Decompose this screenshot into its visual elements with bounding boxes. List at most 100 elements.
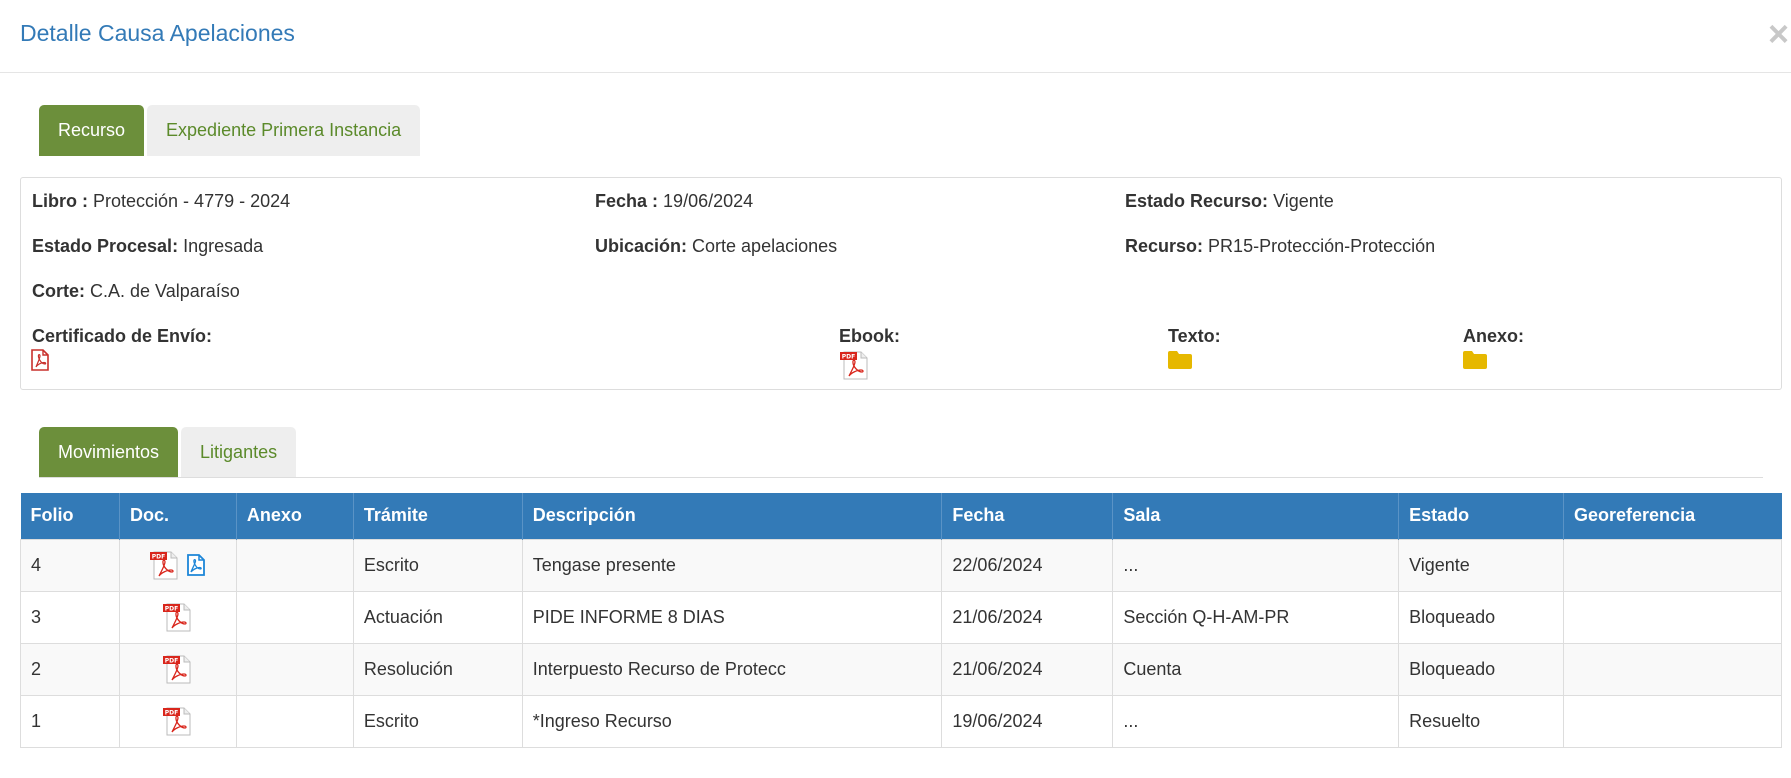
ubicacion-label: Ubicación: bbox=[595, 236, 688, 256]
fecha-value: 19/06/2024 bbox=[663, 191, 754, 211]
ebook-field: Ebook: bbox=[839, 326, 900, 347]
pdf-file-icon[interactable]: PDF bbox=[162, 705, 194, 737]
cell-fecha: 21/06/2024 bbox=[941, 642, 1114, 696]
cell-anexo bbox=[235, 694, 354, 748]
estado-procesal-value: Ingresada bbox=[183, 236, 264, 256]
estado-procesal-field: Estado Procesal: Ingresada bbox=[32, 236, 263, 257]
bottom-tabs: Movimientos Litigantes bbox=[39, 427, 299, 478]
recurso-value: PR15-Protección-Protección bbox=[1208, 236, 1436, 256]
certificado-label: Certificado de Envío: bbox=[32, 326, 213, 346]
tabs-divider bbox=[39, 477, 1763, 478]
fecha-label: Fecha : bbox=[595, 191, 659, 211]
cell-estado: Resuelto bbox=[1398, 694, 1565, 748]
header-doc[interactable]: Doc. bbox=[118, 493, 237, 539]
folder-icon[interactable] bbox=[1168, 351, 1192, 374]
certificado-field: Certificado de Envío: bbox=[32, 326, 212, 347]
pdf-file-icon[interactable]: PDF bbox=[162, 601, 194, 633]
pdf-file-icon[interactable]: PDF bbox=[839, 349, 871, 386]
cell-tramite: Escrito bbox=[352, 694, 523, 748]
cell-georeferencia bbox=[1563, 538, 1782, 592]
header-fecha[interactable]: Fecha bbox=[941, 493, 1113, 539]
svg-text:PDF: PDF bbox=[152, 554, 165, 561]
tab-expediente-primera-instancia[interactable]: Expediente Primera Instancia bbox=[147, 105, 421, 156]
libro-field: Libro : Protección - 4779 - 2024 bbox=[32, 191, 290, 212]
corte-value: C.A. de Valparaíso bbox=[90, 281, 240, 301]
svg-text:PDF: PDF bbox=[165, 658, 178, 665]
header-descripcion[interactable]: Descripción bbox=[521, 493, 942, 539]
recurso-label: Recurso: bbox=[1125, 236, 1204, 256]
svg-text:PDF: PDF bbox=[165, 606, 178, 613]
pdf-outline-icon[interactable] bbox=[31, 349, 49, 376]
pdf-file-icon[interactable]: PDF bbox=[149, 549, 181, 581]
svg-text:PDF: PDF bbox=[165, 710, 178, 717]
cell-sala: Sección Q-H-AM-PR bbox=[1112, 590, 1400, 644]
cell-fecha: 22/06/2024 bbox=[941, 538, 1114, 592]
fecha-field: Fecha : 19/06/2024 bbox=[595, 191, 753, 212]
tab-recurso[interactable]: Recurso bbox=[39, 105, 145, 156]
corte-label: Corte: bbox=[32, 281, 85, 301]
cell-folio: 3 bbox=[20, 590, 120, 644]
svg-text:PDF: PDF bbox=[842, 354, 855, 361]
cell-folio: 1 bbox=[20, 694, 120, 748]
header-sala[interactable]: Sala bbox=[1112, 493, 1399, 539]
cell-sala: Cuenta bbox=[1112, 642, 1400, 696]
cell-descripcion: Tengase presente bbox=[521, 538, 943, 592]
modal-title: Detalle Causa Apelaciones bbox=[20, 20, 295, 46]
estado-recurso-field: Estado Recurso: Vigente bbox=[1125, 191, 1334, 212]
cell-tramite: Actuación bbox=[352, 590, 523, 644]
corte-field: Corte: C.A. de Valparaíso bbox=[32, 281, 240, 302]
cell-tramite: Escrito bbox=[352, 538, 523, 592]
ebook-label: Ebook: bbox=[839, 326, 900, 346]
cell-descripcion: PIDE INFORME 8 DIAS bbox=[521, 590, 943, 644]
pdf-file-icon[interactable]: PDF bbox=[162, 653, 194, 685]
texto-label: Texto: bbox=[1168, 326, 1221, 346]
cell-fecha: 21/06/2024 bbox=[941, 590, 1114, 644]
anexo-label: Anexo: bbox=[1463, 326, 1525, 346]
cell-doc: PDF bbox=[118, 538, 237, 592]
recurso-info-panel: Libro : Protección - 4779 - 2024 Fecha :… bbox=[20, 177, 1782, 390]
table-row: 2 PDF Resolución Interpuesto Recurso de … bbox=[20, 642, 1782, 696]
header-folio[interactable]: Folio bbox=[20, 493, 120, 539]
header-tramite[interactable]: Trámite bbox=[352, 493, 523, 539]
cell-doc: PDF bbox=[118, 694, 237, 748]
cell-doc: PDF bbox=[118, 642, 237, 696]
cell-estado: Vigente bbox=[1398, 538, 1565, 592]
cell-estado: Bloqueado bbox=[1398, 590, 1565, 644]
libro-value: Protección - 4779 - 2024 bbox=[93, 191, 291, 211]
tab-litigantes[interactable]: Litigantes bbox=[181, 427, 297, 478]
table-row: 4 PDF Escrito Tengase presente 22/06/202… bbox=[20, 538, 1782, 592]
header-estado[interactable]: Estado bbox=[1398, 493, 1564, 539]
libro-label: Libro : bbox=[32, 191, 88, 211]
table-header-row: Folio Doc. Anexo Trámite Descripción Fec… bbox=[20, 493, 1782, 539]
cell-doc: PDF bbox=[118, 590, 237, 644]
table-row: 1 PDF Escrito *Ingreso Recurso 19/06/202… bbox=[20, 694, 1782, 748]
ubicacion-field: Ubicación: Corte apelaciones bbox=[595, 236, 837, 257]
table-row: 3 PDF Actuación PIDE INFORME 8 DIAS 21/0… bbox=[20, 590, 1782, 644]
cell-descripcion: *Ingreso Recurso bbox=[521, 694, 943, 748]
cell-georeferencia bbox=[1563, 590, 1782, 644]
header-anexo[interactable]: Anexo bbox=[235, 493, 354, 539]
recurso-field: Recurso: PR15-Protección-Protección bbox=[1125, 236, 1435, 257]
folder-icon[interactable] bbox=[1463, 351, 1487, 374]
tab-movimientos[interactable]: Movimientos bbox=[39, 427, 179, 478]
cell-descripcion: Interpuesto Recurso de Protecc bbox=[521, 642, 943, 696]
cell-fecha: 19/06/2024 bbox=[941, 694, 1114, 748]
cell-folio: 2 bbox=[20, 642, 120, 696]
header-georeferencia[interactable]: Georeferencia bbox=[1563, 493, 1782, 539]
anexo-field: Anexo: bbox=[1463, 326, 1524, 347]
estado-recurso-label: Estado Recurso: bbox=[1125, 191, 1269, 211]
cell-anexo bbox=[235, 538, 354, 592]
pdf-blue-icon[interactable] bbox=[186, 553, 206, 577]
texto-field: Texto: bbox=[1168, 326, 1221, 347]
close-icon[interactable]: × bbox=[1768, 16, 1789, 52]
modal-header: Detalle Causa Apelaciones × bbox=[0, 0, 1791, 73]
cell-tramite: Resolución bbox=[352, 642, 523, 696]
cell-sala: ... bbox=[1112, 694, 1400, 748]
ubicacion-value: Corte apelaciones bbox=[692, 236, 838, 256]
top-tabs: Recurso Expediente Primera Instancia bbox=[39, 105, 423, 156]
cell-georeferencia bbox=[1563, 694, 1782, 748]
movimientos-table: Folio Doc. Anexo Trámite Descripción Fec… bbox=[20, 493, 1782, 748]
cell-sala: ... bbox=[1112, 538, 1400, 592]
cell-georeferencia bbox=[1563, 642, 1782, 696]
cell-folio: 4 bbox=[20, 538, 120, 592]
